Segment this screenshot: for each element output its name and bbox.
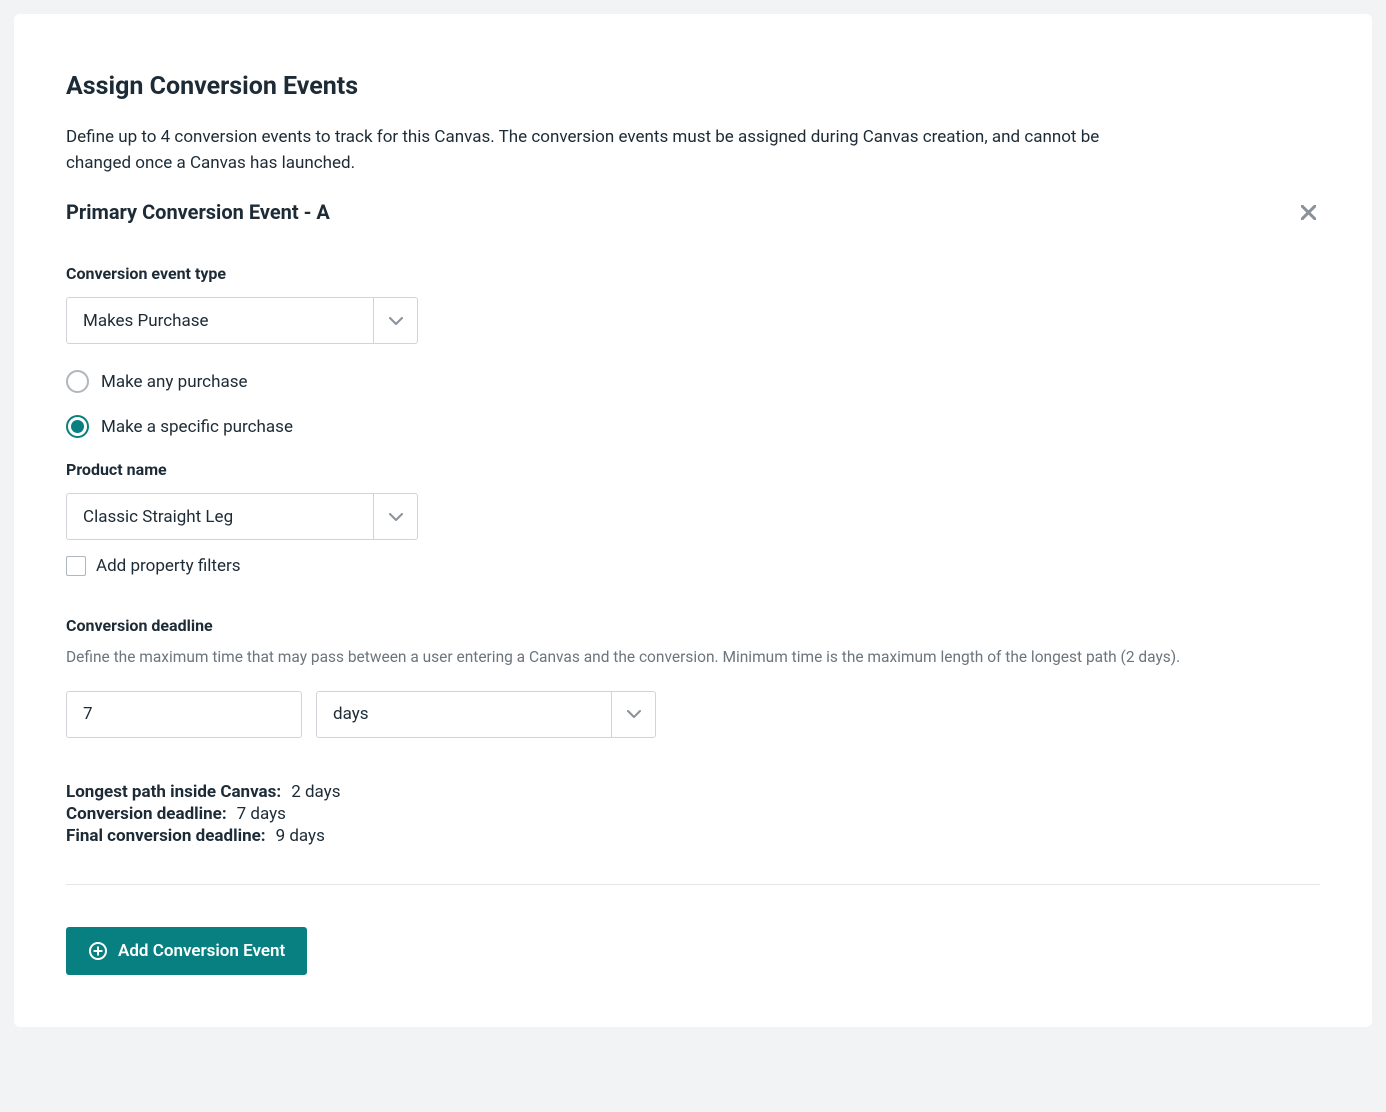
radio-specific-label: Make a specific purchase	[101, 417, 293, 437]
event-type-select[interactable]: Makes Purchase	[66, 297, 418, 344]
conversion-deadline-section: Conversion deadline Define the maximum t…	[66, 616, 1320, 738]
summary-longest-value: 2 days	[291, 782, 340, 802]
summary-conversion-deadline: Conversion deadline: 7 days	[66, 804, 1320, 824]
event-header: Primary Conversion Event - A	[66, 200, 1320, 224]
summary-longest-path: Longest path inside Canvas: 2 days	[66, 782, 1320, 802]
close-icon	[1301, 205, 1316, 220]
chevron-down-icon	[611, 692, 655, 737]
event-title: Primary Conversion Event - A	[66, 200, 330, 224]
summary-final-deadline: Final conversion deadline: 9 days	[66, 826, 1320, 846]
deadline-value-input[interactable]	[66, 691, 302, 738]
deadline-unit-select[interactable]: days	[316, 691, 656, 738]
product-name-section: Product name Classic Straight Leg	[66, 460, 1320, 540]
summary-deadline-label: Conversion deadline:	[66, 804, 227, 824]
page-description: Define up to 4 conversion events to trac…	[66, 125, 1146, 176]
deadline-label: Conversion deadline	[66, 616, 1320, 635]
radio-any-label: Make any purchase	[101, 372, 247, 392]
radio-selected-icon	[66, 415, 89, 438]
product-name-label: Product name	[66, 460, 1320, 479]
deadline-unit-value: days	[317, 692, 611, 737]
summary-section: Longest path inside Canvas: 2 days Conve…	[66, 782, 1320, 846]
deadline-inputs: days	[66, 691, 1320, 738]
radio-any-purchase[interactable]: Make any purchase	[66, 370, 1320, 393]
product-name-select[interactable]: Classic Straight Leg	[66, 493, 418, 540]
deadline-description: Define the maximum time that may pass be…	[66, 647, 1320, 669]
checkbox-unchecked-icon	[66, 556, 86, 576]
event-type-value: Makes Purchase	[67, 298, 373, 343]
divider	[66, 884, 1320, 885]
summary-longest-label: Longest path inside Canvas:	[66, 782, 281, 802]
close-event-button[interactable]	[1297, 201, 1320, 224]
summary-final-value: 9 days	[276, 826, 325, 846]
product-name-value: Classic Straight Leg	[67, 494, 373, 539]
page-title: Assign Conversion Events	[66, 72, 1320, 101]
add-conversion-event-button[interactable]: Add Conversion Event	[66, 927, 307, 975]
summary-deadline-value: 7 days	[237, 804, 286, 824]
add-property-filters-checkbox[interactable]: Add property filters	[66, 556, 1320, 576]
event-type-section: Conversion event type Makes Purchase	[66, 264, 1320, 344]
chevron-down-icon	[373, 494, 417, 539]
radio-specific-purchase[interactable]: Make a specific purchase	[66, 415, 1320, 438]
add-button-label: Add Conversion Event	[118, 941, 285, 961]
plus-circle-icon	[88, 941, 108, 961]
radio-unselected-icon	[66, 370, 89, 393]
conversion-events-card: Assign Conversion Events Define up to 4 …	[14, 14, 1372, 1027]
filter-label: Add property filters	[96, 556, 241, 576]
event-type-label: Conversion event type	[66, 264, 1320, 283]
summary-final-label: Final conversion deadline:	[66, 826, 266, 846]
chevron-down-icon	[373, 298, 417, 343]
